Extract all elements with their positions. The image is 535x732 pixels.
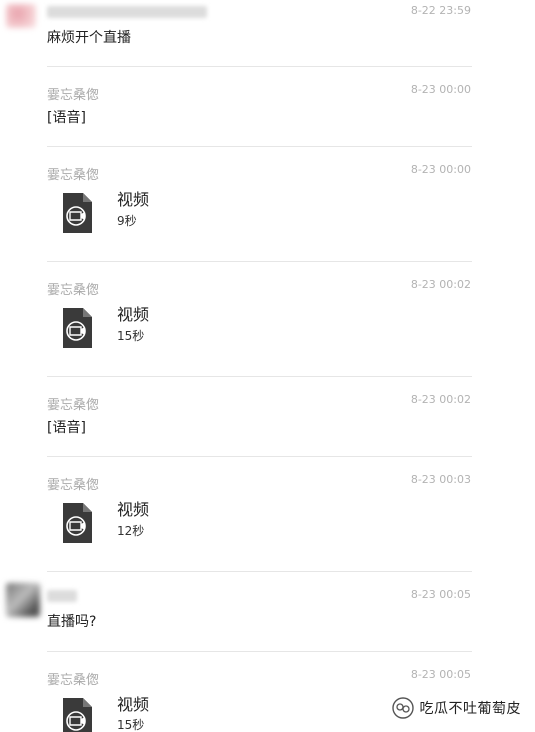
message-time: 8-23 00:02	[410, 278, 471, 291]
video-file-icon[interactable]	[61, 697, 93, 732]
video-file-icon[interactable]	[61, 192, 93, 234]
blurred-sender-name	[47, 590, 77, 602]
video-title[interactable]: 视频	[117, 691, 149, 715]
video-duration: 15秒	[117, 329, 145, 343]
message-time: 8-23 00:03	[410, 473, 471, 486]
sender-name: 霎忘桑偬	[47, 168, 100, 183]
wechat-official-account-icon	[391, 697, 414, 719]
avatar[interactable]	[6, 4, 36, 28]
message-divider	[47, 651, 472, 652]
video-duration: 12秒	[117, 524, 145, 538]
voice-message[interactable]: [语音]	[47, 417, 86, 437]
watermark-text: 吃瓜不吐葡萄皮	[419, 701, 521, 717]
message-divider	[47, 571, 472, 572]
message-time: 8-23 00:05	[410, 668, 471, 681]
message-divider	[47, 456, 472, 457]
message-text: 直播吗?	[47, 614, 97, 630]
video-title[interactable]: 视频	[117, 186, 149, 210]
message-divider	[47, 146, 472, 147]
sender-name: 霎忘桑偬	[47, 673, 100, 688]
message-divider	[47, 261, 472, 262]
video-file-icon[interactable]	[61, 502, 93, 544]
message-divider	[47, 376, 472, 377]
sender-name: 霎忘桑偬	[47, 398, 100, 413]
sender-name: 霎忘桑偬	[47, 283, 100, 298]
watermark: 吃瓜不吐葡萄皮	[391, 697, 522, 719]
video-duration: 15秒	[117, 718, 145, 732]
message-divider	[47, 66, 472, 67]
message-time: 8-23 00:00	[410, 163, 471, 176]
video-title[interactable]: 视频	[117, 301, 149, 325]
voice-message[interactable]: [语音]	[47, 107, 86, 127]
blurred-sender-name	[47, 6, 207, 18]
message-time: 8-23 00:00	[410, 83, 471, 96]
video-title[interactable]: 视频	[117, 496, 149, 520]
message-time: 8-23 00:05	[410, 588, 471, 601]
avatar[interactable]	[6, 583, 40, 617]
message-time: 8-22 23:59	[410, 4, 471, 17]
video-duration: 9秒	[117, 214, 137, 228]
message-text: 麻烦开个直播	[47, 30, 131, 46]
sender-name: 霎忘桑偬	[47, 88, 100, 103]
video-file-icon[interactable]	[61, 307, 93, 349]
message-time: 8-23 00:02	[410, 393, 471, 406]
sender-name: 霎忘桑偬	[47, 478, 100, 493]
